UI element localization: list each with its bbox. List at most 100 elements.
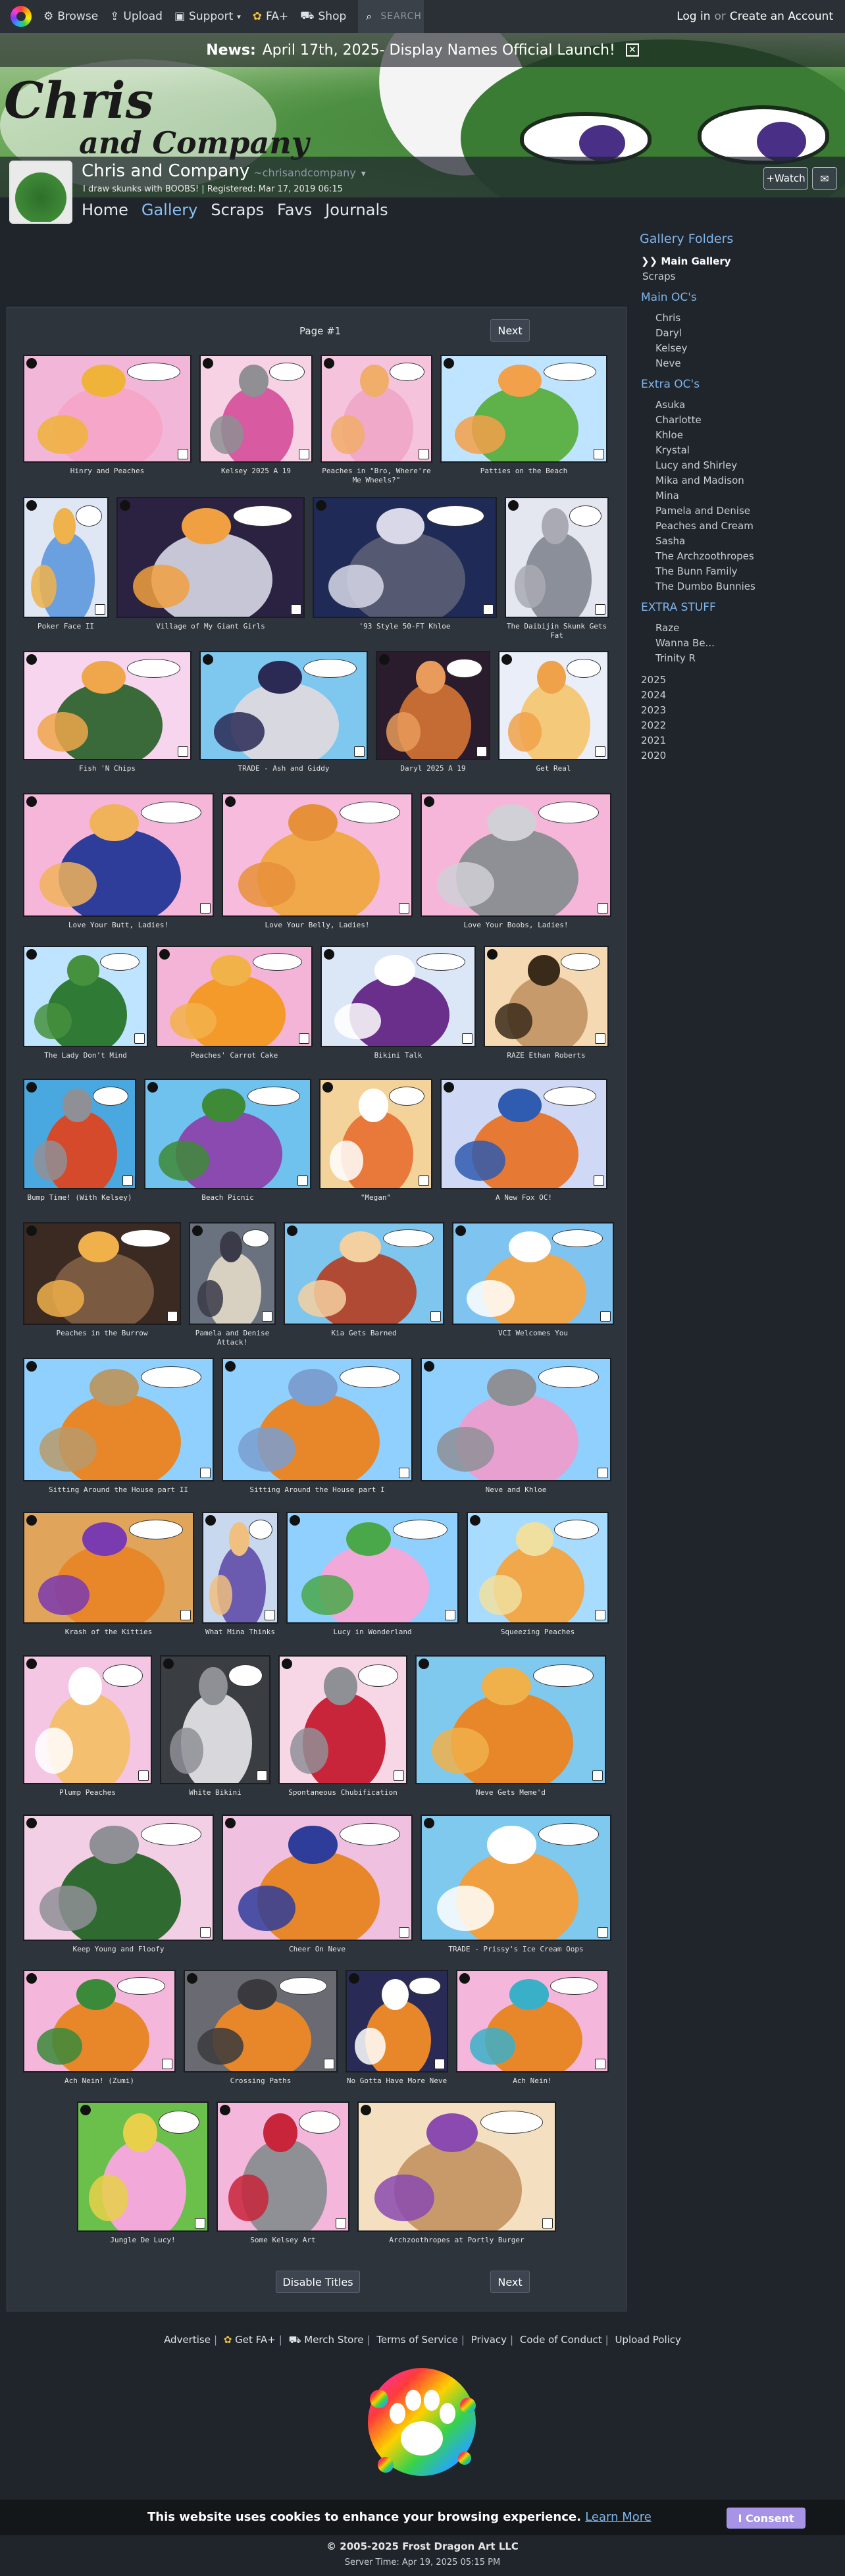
gallery-thumbnail[interactable]: [23, 651, 192, 760]
gallery-item-title[interactable]: Bump Time! (With Kelsey): [23, 1193, 136, 1202]
nav-shop[interactable]: ⛟ Shop: [300, 0, 346, 33]
gallery-item-title[interactable]: Squeezing Peaches: [467, 1628, 609, 1637]
gallery-thumbnail[interactable]: [505, 497, 609, 618]
gallery-thumbnail[interactable]: [452, 1222, 614, 1325]
gallery-thumbnail[interactable]: [346, 1970, 448, 2073]
gallery-thumbnail[interactable]: [77, 2101, 209, 2232]
site-logo-icon[interactable]: [11, 6, 32, 27]
gallery-thumbnail[interactable]: [286, 1512, 459, 1624]
gallery-thumbnail[interactable]: [222, 793, 413, 917]
folder-main-oc-0[interactable]: Chris: [655, 311, 837, 326]
gallery-thumbnail[interactable]: [199, 651, 368, 760]
gallery-item-title[interactable]: Ach Nein!: [456, 2076, 609, 2086]
gallery-item-title[interactable]: Daryl 2025 A 19: [376, 764, 490, 773]
footer-get-fa-plus[interactable]: Get FA+: [235, 2334, 276, 2346]
gallery-item-title[interactable]: White Bikini: [160, 1788, 270, 1797]
gallery-thumbnail[interactable]: [199, 355, 313, 463]
folder-extra-oc-12[interactable]: The Dumbo Bunnies: [655, 579, 837, 594]
gallery-thumbnail[interactable]: [376, 651, 490, 760]
folder-year-2[interactable]: 2023: [641, 703, 837, 718]
mail-icon[interactable]: ✉: [812, 167, 837, 190]
gallery-thumbnail[interactable]: [202, 1512, 278, 1624]
gallery-item-title[interactable]: Village of My Giant Girls: [116, 622, 305, 631]
folder-extra-oc-0[interactable]: Asuka: [655, 398, 837, 413]
gallery-thumbnail[interactable]: [440, 1079, 607, 1189]
gallery-item-title[interactable]: Lucy in Wonderland: [286, 1628, 459, 1637]
consent-button[interactable]: I Consent: [727, 2508, 806, 2529]
gallery-thumbnail[interactable]: [23, 497, 109, 618]
gallery-item-title[interactable]: Spontaneous Chubification: [278, 1788, 407, 1797]
gallery-thumbnail[interactable]: [144, 1079, 311, 1189]
folder-extra-oc-6[interactable]: Mina: [655, 488, 837, 503]
tab-scraps[interactable]: Scraps: [211, 201, 264, 219]
gallery-thumbnail[interactable]: [160, 1655, 270, 1784]
gallery-item-title[interactable]: Peaches in the Burrow: [23, 1329, 181, 1338]
gallery-thumbnail[interactable]: [415, 1655, 606, 1784]
nav-upload[interactable]: ⇪ Upload: [110, 0, 163, 33]
gallery-item-title[interactable]: Hinry and Peaches: [23, 467, 192, 476]
folder-year-0[interactable]: 2025: [641, 673, 837, 688]
gallery-item-title[interactable]: TRADE - Ash and Giddy: [199, 764, 368, 773]
gallery-thumbnail[interactable]: [421, 1358, 611, 1481]
gallery-item-title[interactable]: What Mina Thinks: [202, 1628, 278, 1637]
folder-extra-oc-10[interactable]: The Archzoothropes: [655, 549, 837, 564]
gallery-thumbnail[interactable]: [23, 1512, 194, 1624]
search-input[interactable]: ⌕ SEARCH: [358, 0, 424, 33]
gallery-item-title[interactable]: Keep Young and Floofy: [23, 1945, 214, 1954]
gallery-thumbnail[interactable]: [440, 355, 607, 463]
gallery-item-title[interactable]: Kia Gets Barned: [284, 1329, 444, 1338]
folder-main-gallery[interactable]: ❯❯ Main Gallery: [641, 254, 837, 269]
gallery-item-title[interactable]: "Megan": [319, 1193, 432, 1202]
folder-extra-oc-3[interactable]: Krystal: [655, 443, 837, 458]
gallery-item-title[interactable]: Sitting Around the House part I: [222, 1485, 413, 1495]
tab-gallery[interactable]: Gallery: [141, 201, 197, 219]
folder-year-4[interactable]: 2021: [641, 733, 837, 748]
gallery-item-title[interactable]: Neve Gets Meme'd: [415, 1788, 606, 1797]
gallery-thumbnail[interactable]: [189, 1222, 276, 1325]
gallery-item-title[interactable]: The Daibijin Skunk Gets Fat: [505, 622, 609, 640]
folder-extra-stuff-1[interactable]: Wanna Be...: [655, 636, 837, 651]
gallery-item-title[interactable]: Love Your Butt, Ladies!: [23, 921, 214, 930]
gallery-item-title[interactable]: Peaches in "Bro, Where're Me Wheels?": [320, 467, 432, 485]
gallery-thumbnail[interactable]: [278, 1655, 407, 1784]
gallery-thumbnail[interactable]: [357, 2101, 556, 2232]
gallery-item-title[interactable]: A New Fox OC!: [440, 1193, 607, 1202]
folder-extra-oc-5[interactable]: Mika and Madison: [655, 473, 837, 488]
folder-extra-oc-11[interactable]: The Bunn Family: [655, 564, 837, 579]
gallery-thumbnail[interactable]: [320, 946, 476, 1047]
gallery-thumbnail[interactable]: [498, 651, 609, 760]
create-account-link[interactable]: Create an Account: [730, 10, 833, 23]
gallery-item-title[interactable]: RAZE Ethan Roberts: [484, 1051, 609, 1060]
news-text[interactable]: April 17th, 2025- Display Names Official…: [263, 42, 615, 59]
gallery-item-title[interactable]: Ach Nein! (Zumi): [23, 2076, 176, 2086]
gallery-thumbnail[interactable]: [313, 497, 497, 618]
folder-extra-oc-7[interactable]: Pamela and Denise: [655, 503, 837, 519]
folder-scraps[interactable]: Scraps: [642, 269, 837, 284]
gallery-thumbnail[interactable]: [23, 1079, 136, 1189]
gallery-item-title[interactable]: Sitting Around the House part II: [23, 1485, 214, 1495]
folder-year-3[interactable]: 2022: [641, 718, 837, 733]
gallery-item-title[interactable]: Get Real: [498, 764, 609, 773]
next-button-top[interactable]: Next: [490, 319, 530, 342]
next-button-bottom[interactable]: Next: [490, 2271, 530, 2293]
gallery-thumbnail[interactable]: [421, 793, 611, 917]
tab-home[interactable]: Home: [82, 201, 128, 219]
footer-coc[interactable]: Code of Conduct: [520, 2334, 602, 2346]
footer-upload-policy[interactable]: Upload Policy: [615, 2334, 680, 2346]
gallery-item-title[interactable]: Patties on the Beach: [440, 467, 607, 476]
gallery-thumbnail[interactable]: [284, 1222, 444, 1325]
gallery-item-title[interactable]: '93 Style 50-FT Khloe: [313, 622, 497, 631]
folder-extra-oc-8[interactable]: Peaches and Cream: [655, 519, 837, 534]
footer-privacy[interactable]: Privacy: [471, 2334, 507, 2346]
gallery-item-title[interactable]: Bikini Talk: [320, 1051, 476, 1060]
gallery-thumbnail[interactable]: [467, 1512, 609, 1624]
nav-support[interactable]: ▣ Support ▾: [174, 0, 241, 33]
gallery-thumbnail[interactable]: [320, 355, 432, 463]
gallery-item-title[interactable]: Kelsey 2025 A 19: [199, 467, 313, 476]
gallery-item-title[interactable]: The Lady Don't Mind: [23, 1051, 148, 1060]
tab-favs[interactable]: Favs: [277, 201, 312, 219]
gallery-thumbnail[interactable]: [23, 793, 214, 917]
folder-extra-oc-4[interactable]: Lucy and Shirley: [655, 458, 837, 473]
gallery-thumbnail[interactable]: [319, 1079, 432, 1189]
gallery-thumbnail[interactable]: [456, 1970, 609, 2073]
